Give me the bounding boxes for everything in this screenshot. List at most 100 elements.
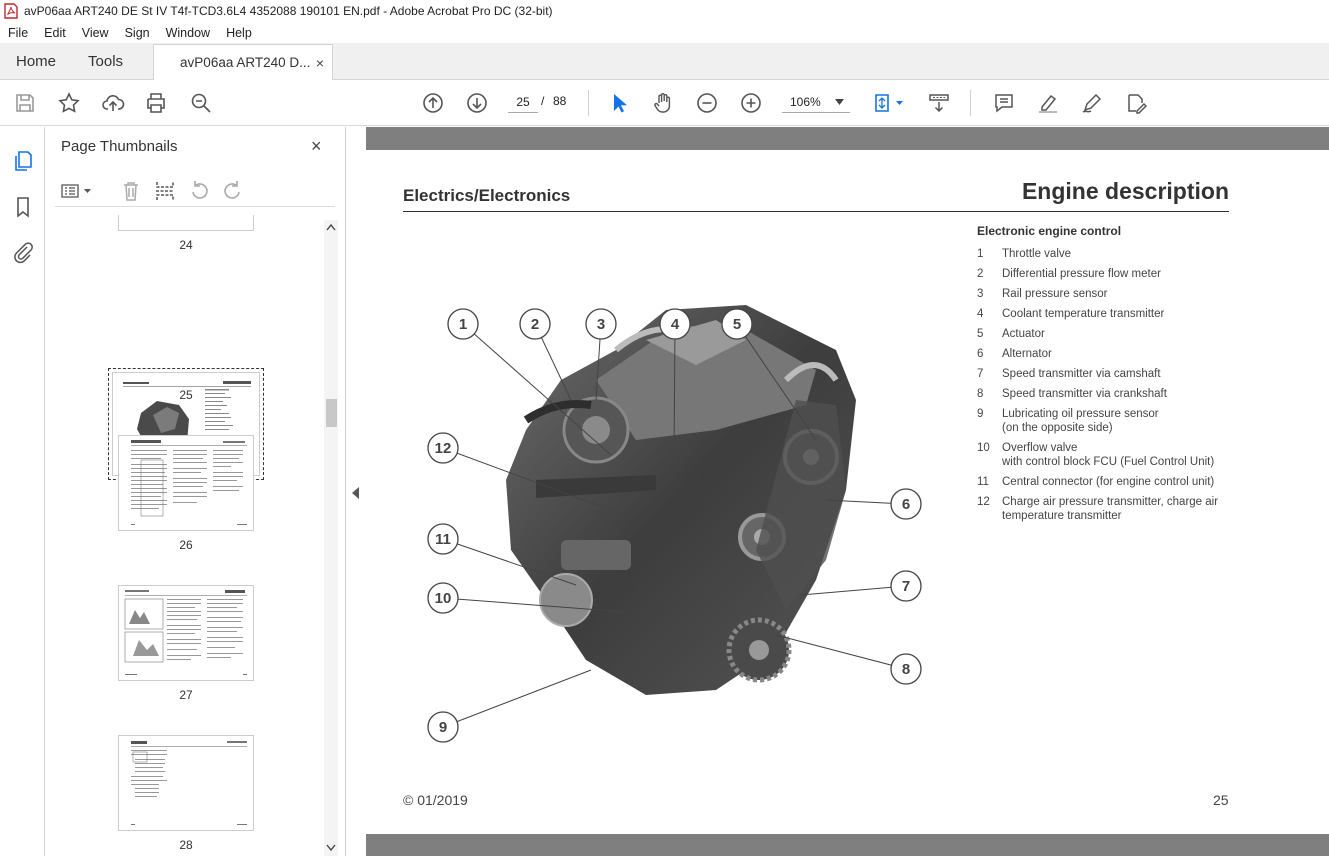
legend-text: Lubricating oil pressure sensor (on the …: [1002, 408, 1159, 434]
page-footer-number: 25: [1213, 792, 1229, 808]
zoom-out-icon[interactable]: [694, 90, 720, 116]
close-panel-icon[interactable]: ×: [311, 136, 322, 157]
thumbnail-label: 27: [179, 688, 193, 702]
menu-sign[interactable]: Sign: [117, 26, 158, 40]
collapse-left-icon: [352, 487, 359, 499]
legend-item: 6 Alternator: [977, 347, 1237, 361]
svg-text:11: 11: [435, 531, 451, 548]
callout-3: 3: [585, 308, 617, 340]
scroll-mode-icon[interactable]: [926, 90, 952, 116]
legend-item: 4 Coolant temperature transmitter: [977, 307, 1237, 321]
options-menu-icon[interactable]: [59, 179, 93, 203]
tab-home[interactable]: Home: [0, 43, 72, 79]
legend-text: Coolant temperature transmitter: [1002, 308, 1165, 320]
page-thumbnails-icon[interactable]: [11, 149, 35, 173]
thumbnail-scrollbar-thumb[interactable]: [326, 399, 337, 427]
upload-icon[interactable]: [100, 90, 126, 116]
scroll-down-icon[interactable]: [326, 844, 336, 852]
page-total: 88: [553, 94, 567, 108]
rotate-ccw-icon[interactable]: [187, 179, 211, 203]
legend-number: 4: [977, 308, 984, 320]
scroll-up-icon[interactable]: [326, 223, 336, 231]
menu-view[interactable]: View: [74, 26, 117, 40]
engine-illustration: 1 2 3 4 5 6 7 8 9 10 11 12: [427, 305, 922, 743]
attachment-icon[interactable]: [11, 240, 35, 264]
fill-sign-icon[interactable]: [1123, 90, 1149, 116]
svg-text:12: 12: [435, 440, 452, 457]
thumbnail-preview: [124, 590, 247, 675]
thumbnail-page-26[interactable]: [118, 435, 254, 531]
legend-number: 12: [977, 496, 990, 508]
menu-file[interactable]: File: [0, 26, 36, 40]
thumbnail-label: 25: [179, 388, 193, 402]
zoom-select[interactable]: 106%: [782, 91, 850, 113]
page-section-title: Electrics/Electronics: [403, 186, 571, 205]
callout-7: 7: [890, 570, 922, 602]
callout-11: 11: [427, 523, 459, 555]
legend-item: 11 Central connector (for engine control …: [977, 475, 1237, 489]
thumbnail-page-28[interactable]: [118, 735, 254, 831]
star-icon[interactable]: [56, 90, 82, 116]
legend-item: 1 Throttle valve: [977, 247, 1237, 261]
arrow-up-circle-icon[interactable]: [420, 90, 446, 116]
delete-page-icon[interactable]: [119, 179, 143, 203]
zoom-value: 106%: [790, 94, 821, 109]
page-number-input[interactable]: 25: [508, 91, 538, 113]
svg-text:4: 4: [671, 316, 680, 333]
panel-collapse-handle[interactable]: [346, 127, 366, 856]
pdf-page: Electrics/Electronics Engine description: [366, 150, 1329, 834]
bookmark-icon[interactable]: [11, 195, 35, 219]
thumbnail-label: 24: [179, 238, 193, 252]
thumbnail-label: 26: [179, 538, 193, 552]
tab-bar: Home Tools avP06aa ART240 D... ×: [0, 43, 1329, 80]
legend-item: 2 Differential pressure flow meter: [977, 267, 1237, 281]
print-icon[interactable]: [143, 90, 169, 116]
thumbnail-page-27[interactable]: [118, 585, 254, 681]
legend-text: Central connector (for engine control un…: [1002, 476, 1215, 488]
highlight-icon[interactable]: [1035, 90, 1061, 116]
arrow-down-circle-icon[interactable]: [464, 90, 490, 116]
callout-9: 9: [427, 711, 459, 743]
menu-help[interactable]: Help: [218, 26, 260, 40]
pointer-icon[interactable]: [606, 90, 632, 116]
legend-text: Actuator: [1002, 328, 1045, 340]
legend-text: Charge air pressure transmitter, charge …: [1002, 496, 1219, 522]
hand-icon[interactable]: [650, 90, 676, 116]
thumbnail-label: 28: [179, 838, 193, 852]
svg-text:3: 3: [597, 316, 605, 333]
page-heading: Engine description: [1021, 178, 1229, 204]
legend-text: Speed transmitter via camshaft: [1002, 368, 1161, 380]
thumbnails-panel: Page Thumbnails × 24 25 26 27 28: [45, 127, 346, 856]
tab-tools[interactable]: Tools: [72, 43, 139, 79]
callout-12: 12: [427, 432, 459, 464]
legend-text: Alternator: [1002, 348, 1052, 360]
page-footer-date: © 01/2019: [403, 792, 468, 808]
document-viewer[interactable]: Electrics/Electronics Engine description: [366, 127, 1329, 856]
left-rail: [0, 127, 45, 856]
thumbnail-page-24[interactable]: [118, 215, 254, 231]
menu-edit[interactable]: Edit: [36, 26, 74, 40]
extract-pages-icon[interactable]: [153, 179, 177, 203]
draw-icon[interactable]: [1079, 90, 1105, 116]
menu-bar: File Edit View Sign Window Help: [0, 22, 1329, 43]
close-tab-icon[interactable]: ×: [316, 55, 324, 71]
thumbnail-preview: [131, 741, 247, 825]
rotate-cw-icon[interactable]: [221, 179, 245, 203]
callout-1: 1: [447, 308, 479, 340]
svg-text:10: 10: [435, 590, 452, 607]
svg-text:1: 1: [459, 316, 467, 333]
legend-text: Throttle valve: [1002, 248, 1072, 260]
thumbnail-scrollbar[interactable]: [324, 220, 338, 856]
legend-item: 10 Overflow valve with control block FCU …: [977, 441, 1237, 469]
legend-item: 8 Speed transmitter via crankshaft: [977, 387, 1237, 401]
legend-number: 5: [977, 328, 984, 340]
toolbar: 25 / 88 106%: [0, 80, 1329, 126]
zoom-in-icon[interactable]: [738, 90, 764, 116]
save-icon[interactable]: [12, 90, 38, 116]
menu-window[interactable]: Window: [158, 26, 218, 40]
svg-text:9: 9: [439, 719, 447, 736]
tab-document[interactable]: avP06aa ART240 D... ×: [153, 44, 334, 80]
fit-page-icon[interactable]: [870, 90, 906, 116]
comment-icon[interactable]: [991, 90, 1017, 116]
search-zoom-icon[interactable]: [188, 90, 214, 116]
